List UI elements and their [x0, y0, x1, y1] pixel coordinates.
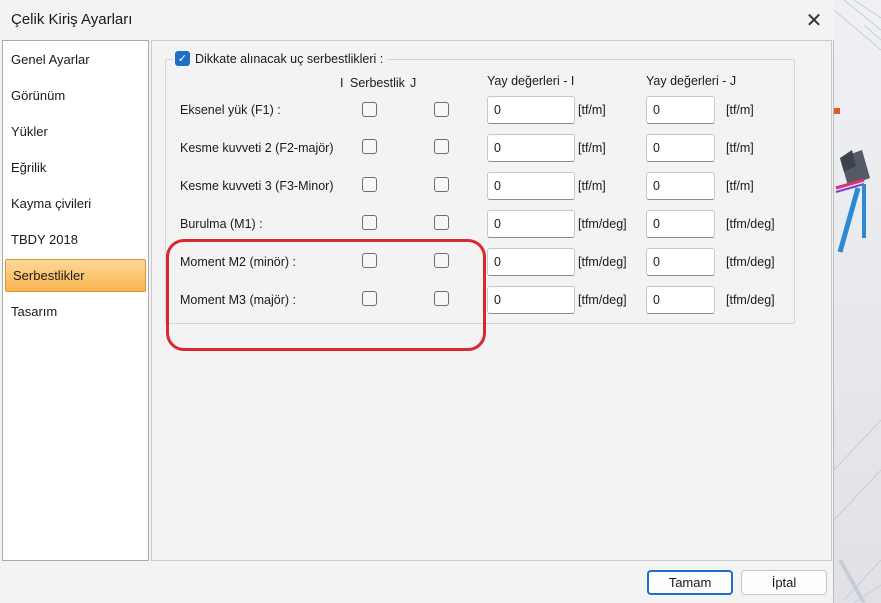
- nav-item-general[interactable]: Genel Ayarlar: [2, 44, 143, 76]
- end-releases-legend[interactable]: ✓ Dikkate alınacak uç serbestlikleri :: [173, 50, 388, 68]
- close-icon: ✕: [805, 9, 823, 32]
- release-j-checkbox-shear-2[interactable]: [434, 139, 449, 154]
- row-label-shear-3: Kesme kuvveti 3 (F3-Minor): [180, 179, 334, 193]
- spring-i-input-shear-3[interactable]: [487, 172, 575, 200]
- unit-i-axial: [tf/m]: [578, 103, 606, 117]
- header-spring-i: Yay değerleri - I: [487, 74, 575, 88]
- annotation-highlight: [166, 239, 486, 351]
- spring-j-input-torsion[interactable]: [646, 210, 715, 238]
- spring-j-input-axial[interactable]: [646, 96, 715, 124]
- checkmark-icon: ✓: [177, 53, 188, 65]
- release-i-checkbox-shear-2[interactable]: [362, 139, 377, 154]
- cancel-button[interactable]: İptal: [741, 570, 827, 595]
- release-i-checkbox-torsion[interactable]: [362, 215, 377, 230]
- header-j: J: [410, 76, 417, 90]
- enable-releases-label: Dikkate alınacak uç serbestlikleri :: [195, 52, 384, 66]
- spring-i-input-shear-2[interactable]: [487, 134, 575, 162]
- row-label-torsion: Burulma (M1) :: [180, 217, 263, 231]
- spring-j-input-shear-2[interactable]: [646, 134, 715, 162]
- spring-i-input-axial[interactable]: [487, 96, 575, 124]
- unit-j-moment-m3: [tfm/deg]: [726, 293, 775, 307]
- spring-i-input-torsion[interactable]: [487, 210, 575, 238]
- unit-i-moment-m2: [tfm/deg]: [578, 255, 627, 269]
- model-viewport[interactable]: [834, 0, 881, 603]
- unit-i-moment-m3: [tfm/deg]: [578, 293, 627, 307]
- window-title: Çelik Kiriş Ayarları: [11, 11, 133, 28]
- unit-i-shear-2: [tf/m]: [578, 141, 606, 155]
- ok-button[interactable]: Tamam: [647, 570, 733, 595]
- row-label-shear-2: Kesme kuvveti 2 (F2-majör): [180, 141, 334, 155]
- steel-beam-settings-dialog: Çelik Kiriş Ayarları ✕ Genel Ayarlar Gör…: [0, 0, 834, 603]
- spring-j-input-moment-m3[interactable]: [646, 286, 715, 314]
- header-release: Serbestlik: [350, 76, 405, 90]
- release-j-checkbox-shear-3[interactable]: [434, 177, 449, 192]
- unit-j-moment-m2: [tfm/deg]: [726, 255, 775, 269]
- header-i: I: [340, 76, 344, 90]
- unit-j-shear-2: [tf/m]: [726, 141, 754, 155]
- nav-item-design[interactable]: Tasarım: [2, 296, 143, 328]
- nav-item-tbdy-2018[interactable]: TBDY 2018: [2, 224, 143, 256]
- unit-j-axial: [tf/m]: [726, 103, 754, 117]
- unit-i-torsion: [tfm/deg]: [578, 217, 627, 231]
- close-button[interactable]: ✕: [796, 6, 832, 34]
- row-label-axial: Eksenel yük (F1) :: [180, 103, 281, 117]
- release-i-checkbox-shear-3[interactable]: [362, 177, 377, 192]
- release-j-checkbox-torsion[interactable]: [434, 215, 449, 230]
- enable-releases-checkbox[interactable]: ✓: [175, 51, 190, 66]
- unit-i-shear-3: [tf/m]: [578, 179, 606, 193]
- nav-item-appearance[interactable]: Görünüm: [2, 80, 143, 112]
- nav-item-releases[interactable]: Serbestlikler: [5, 259, 146, 292]
- nav-item-loads[interactable]: Yükler: [2, 116, 143, 148]
- nav-item-curvature[interactable]: Eğrilik: [2, 152, 143, 184]
- spring-j-input-shear-3[interactable]: [646, 172, 715, 200]
- title-bar[interactable]: Çelik Kiriş Ayarları ✕: [0, 0, 834, 40]
- release-i-checkbox-axial[interactable]: [362, 102, 377, 117]
- spring-i-input-moment-m2[interactable]: [487, 248, 575, 276]
- nav-item-shear-studs[interactable]: Kayma çivileri: [2, 188, 143, 220]
- release-j-checkbox-axial[interactable]: [434, 102, 449, 117]
- header-spring-j: Yay değerleri - J: [646, 74, 737, 88]
- spring-i-input-moment-m3[interactable]: [487, 286, 575, 314]
- viewport-graphics: [834, 0, 881, 603]
- spring-j-input-moment-m2[interactable]: [646, 248, 715, 276]
- unit-j-shear-3: [tf/m]: [726, 179, 754, 193]
- unit-j-torsion: [tfm/deg]: [726, 217, 775, 231]
